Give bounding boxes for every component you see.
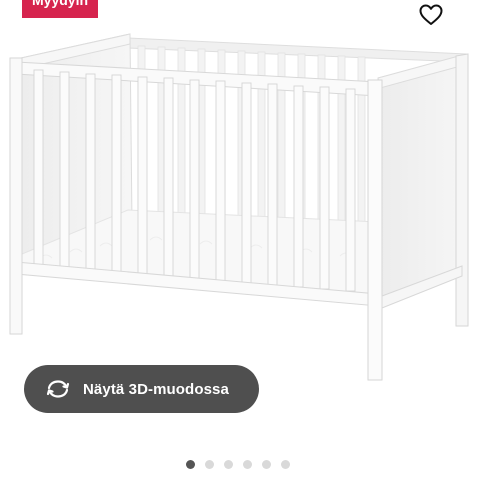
carousel-dot-2[interactable] [205,460,214,469]
carousel-dot-1[interactable] [186,460,195,469]
view-in-3d-button[interactable]: Näytä 3D-muodossa [24,365,259,413]
carousel-pagination [186,460,290,469]
carousel-dot-6[interactable] [281,460,290,469]
rotate-360-icon [45,378,71,400]
bestseller-badge-label: Myydyin [32,0,89,8]
carousel-dot-4[interactable] [243,460,252,469]
bestseller-badge: Myydyin [22,0,99,18]
view-in-3d-label: Näytä 3D-muodossa [83,380,229,398]
carousel-dot-5[interactable] [262,460,271,469]
carousel-dot-3[interactable] [224,460,233,469]
